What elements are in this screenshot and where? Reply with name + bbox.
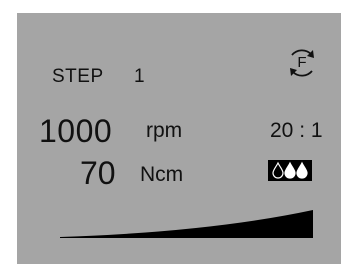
level-ramp-graphic — [60, 210, 313, 238]
step-label: STEP — [52, 66, 104, 87]
coolant-drops-icon — [268, 160, 312, 181]
device-display: STEP 1 F 1000 rpm 20 : 1 70 Ncm — [17, 13, 341, 264]
coolant-drop-filled — [296, 161, 308, 179]
speed-unit: rpm — [146, 119, 183, 142]
coolant-drop-empty — [272, 161, 284, 179]
torque-unit: Ncm — [140, 163, 184, 186]
speed-value: 1000 — [39, 113, 113, 149]
step-value: 1 — [134, 66, 145, 87]
mode-letter: F — [297, 54, 307, 71]
rotation-mode-icon: F — [283, 44, 321, 82]
gear-ratio: 20 : 1 — [270, 119, 323, 142]
coolant-drop-filled — [284, 161, 296, 179]
torque-value: 70 — [80, 155, 116, 191]
